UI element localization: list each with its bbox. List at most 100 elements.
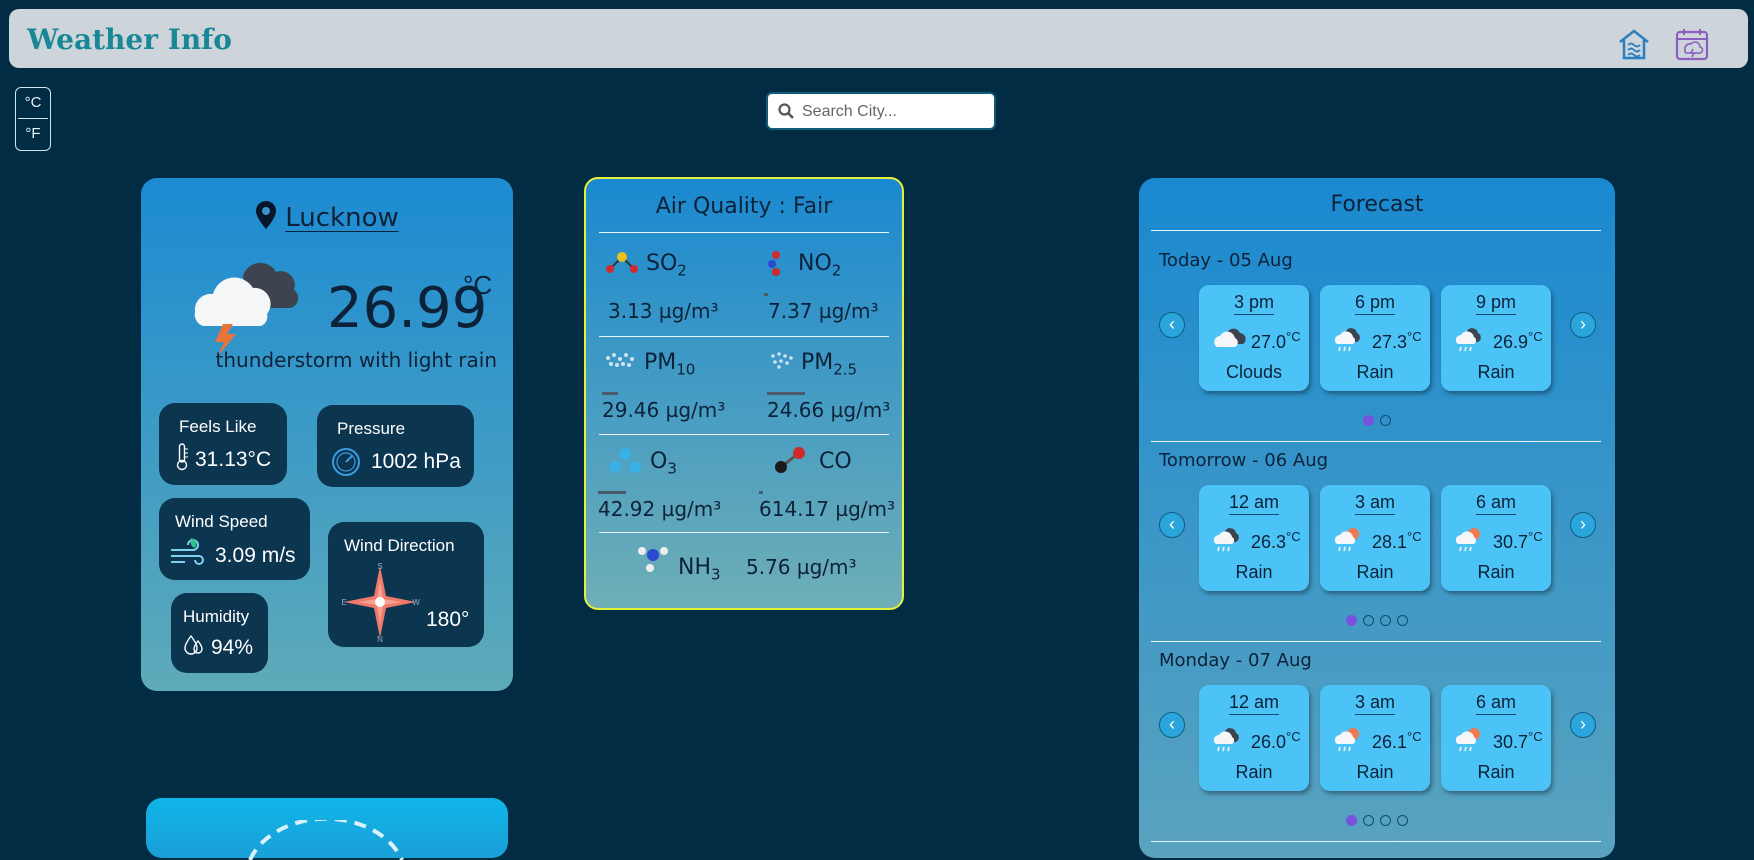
forecast-time: 3 am <box>1354 692 1396 715</box>
pm25-level-bar <box>767 392 805 395</box>
air-quality-card: Air Quality : Fair SO2 3.13 µg/m³ NO2 7.… <box>584 177 904 610</box>
forecast-temp-wrap: 30.7°C <box>1493 729 1543 753</box>
forecast-time: 12 am <box>1228 692 1280 715</box>
forecast-condition: Rain <box>1477 762 1515 782</box>
home-weather-icon[interactable] <box>1617 27 1651 61</box>
hourly-forecast-card: 12 am 26.0°C Rain <box>1199 685 1309 791</box>
nh3-name: NH <box>678 555 711 580</box>
pressure-value: 1002 hPa <box>371 450 461 473</box>
hourly-forecast-card: 6 am 30.7°C Rain <box>1441 485 1551 591</box>
compass-icon: S N E W <box>341 562 420 642</box>
rain-icon <box>1211 725 1241 758</box>
no2-value: 7.37 µg/m³ <box>768 299 879 323</box>
forecast-temp-wrap: 30.7°C <box>1493 529 1543 553</box>
forecast-time: 6 pm <box>1354 292 1396 315</box>
forecast-temp-unit: °C <box>1407 329 1422 344</box>
o3-level-bar <box>598 491 626 494</box>
feels-like-value: 31.13°C <box>195 448 272 471</box>
forecast-divider <box>1151 230 1601 231</box>
pagination-dots <box>1139 413 1615 431</box>
city-name: Lucknow <box>285 203 399 233</box>
forecast-condition: Rain <box>1356 362 1394 382</box>
forecast-temp-unit: °C <box>1528 529 1543 544</box>
pm10-value: 29.46 µg/m³ <box>602 398 726 422</box>
sun-rain-icon <box>1332 725 1362 758</box>
prev-arrow-icon[interactable]: ‹ <box>1159 512 1185 538</box>
forecast-temp: 27.3 <box>1372 332 1408 352</box>
pagination-dot[interactable] <box>1363 815 1374 826</box>
forecast-time-wrap: 6 am <box>1441 692 1551 715</box>
hourly-forecast-card: 9 pm 26.9°C Rain <box>1441 285 1551 391</box>
pressure-stat: Pressure 1002 hPa <box>317 405 474 487</box>
sun-rain-icon <box>1453 725 1483 758</box>
forecast-temp: 26.3 <box>1251 532 1287 552</box>
calendar-storm-icon[interactable] <box>1675 27 1709 61</box>
pm10-level-bar <box>602 392 618 395</box>
sun-arc-card <box>146 798 508 860</box>
prev-arrow-icon[interactable]: ‹ <box>1159 712 1185 738</box>
pm25-value: 24.66 µg/m³ <box>767 398 891 422</box>
pagination-dot[interactable] <box>1380 615 1391 626</box>
next-arrow-icon[interactable]: › <box>1570 712 1596 738</box>
forecast-temp-unit: °C <box>1407 729 1422 744</box>
pagination-dot[interactable] <box>1380 415 1391 426</box>
next-arrow-icon[interactable]: › <box>1570 312 1596 338</box>
celsius-button[interactable]: °C <box>16 88 50 118</box>
search-input[interactable] <box>800 94 989 130</box>
no2-molecule-icon <box>768 251 780 276</box>
rain-icon <box>1332 325 1362 358</box>
forecast-temp-wrap: 26.0°C <box>1251 729 1301 753</box>
temperature-unit: °C <box>463 270 493 300</box>
forecast-temp-unit: °C <box>1528 329 1543 344</box>
pagination-dot[interactable] <box>1380 815 1391 826</box>
particulate-icon <box>771 352 793 369</box>
sun-path-arc <box>248 820 404 860</box>
pressure-gauge-icon <box>332 448 360 476</box>
forecast-temp-unit: °C <box>1407 529 1422 544</box>
forecast-temp: 30.7 <box>1493 732 1529 752</box>
so2-value: 3.13 µg/m³ <box>608 299 719 323</box>
aq-divider <box>599 532 889 533</box>
forecast-time-wrap: 6 pm <box>1320 292 1430 315</box>
forecast-card: Forecast Today - 05 Aug ‹ › 3 pm 27.0°C Cloud… <box>1139 178 1615 858</box>
forecast-time-wrap: 3 pm <box>1199 292 1309 315</box>
humidity-label: Humidity <box>183 607 250 626</box>
wind-speed-value: 3.09 m/s <box>215 544 296 567</box>
forecast-time: 6 am <box>1475 692 1517 715</box>
forecast-temp: 26.0 <box>1251 732 1287 752</box>
compass-s: S <box>377 562 382 571</box>
forecast-condition: Rain <box>1356 562 1394 582</box>
forecast-temp-wrap: 26.3°C <box>1251 529 1301 553</box>
rain-icon <box>1453 325 1483 358</box>
prev-arrow-icon[interactable]: ‹ <box>1159 312 1185 338</box>
nh3-sub: 3 <box>711 565 721 584</box>
hourly-forecast-card: 6 pm 27.3°C Rain <box>1320 285 1430 391</box>
forecast-title: Forecast <box>1330 192 1424 217</box>
forecast-condition: Rain <box>1356 762 1394 782</box>
so2-molecule-icon <box>606 252 638 273</box>
forecast-time-wrap: 3 am <box>1320 492 1430 515</box>
fahrenheit-button[interactable]: °F <box>16 119 50 149</box>
sun-rain-icon <box>1332 525 1362 558</box>
pagination-dot[interactable] <box>1363 415 1374 426</box>
pagination-dot[interactable] <box>1397 815 1408 826</box>
wind-speed-label: Wind Speed <box>175 512 268 531</box>
pagination-dot[interactable] <box>1363 615 1374 626</box>
pagination-dot[interactable] <box>1397 615 1408 626</box>
current-weather-card: Lucknow 26.99 °C thunderstorm with light… <box>141 178 513 691</box>
rain-icon <box>1211 525 1241 558</box>
next-arrow-icon[interactable]: › <box>1570 512 1596 538</box>
wind-icon <box>171 538 204 565</box>
search-box <box>768 94 994 130</box>
pagination-dot[interactable] <box>1346 615 1357 626</box>
thermometer-icon <box>176 443 188 471</box>
no2-name: NO <box>798 251 832 276</box>
humidity-icon <box>184 634 203 655</box>
forecast-condition: Clouds <box>1225 362 1283 382</box>
pm10-sub: 10 <box>676 360 696 379</box>
humidity-stat: Humidity 94% <box>171 593 268 673</box>
co-name: CO <box>819 449 852 474</box>
so2-name: SO <box>646 251 678 276</box>
pagination-dot[interactable] <box>1346 815 1357 826</box>
wind-direction-stat: Wind Direction S N E W 180° <box>328 522 484 647</box>
